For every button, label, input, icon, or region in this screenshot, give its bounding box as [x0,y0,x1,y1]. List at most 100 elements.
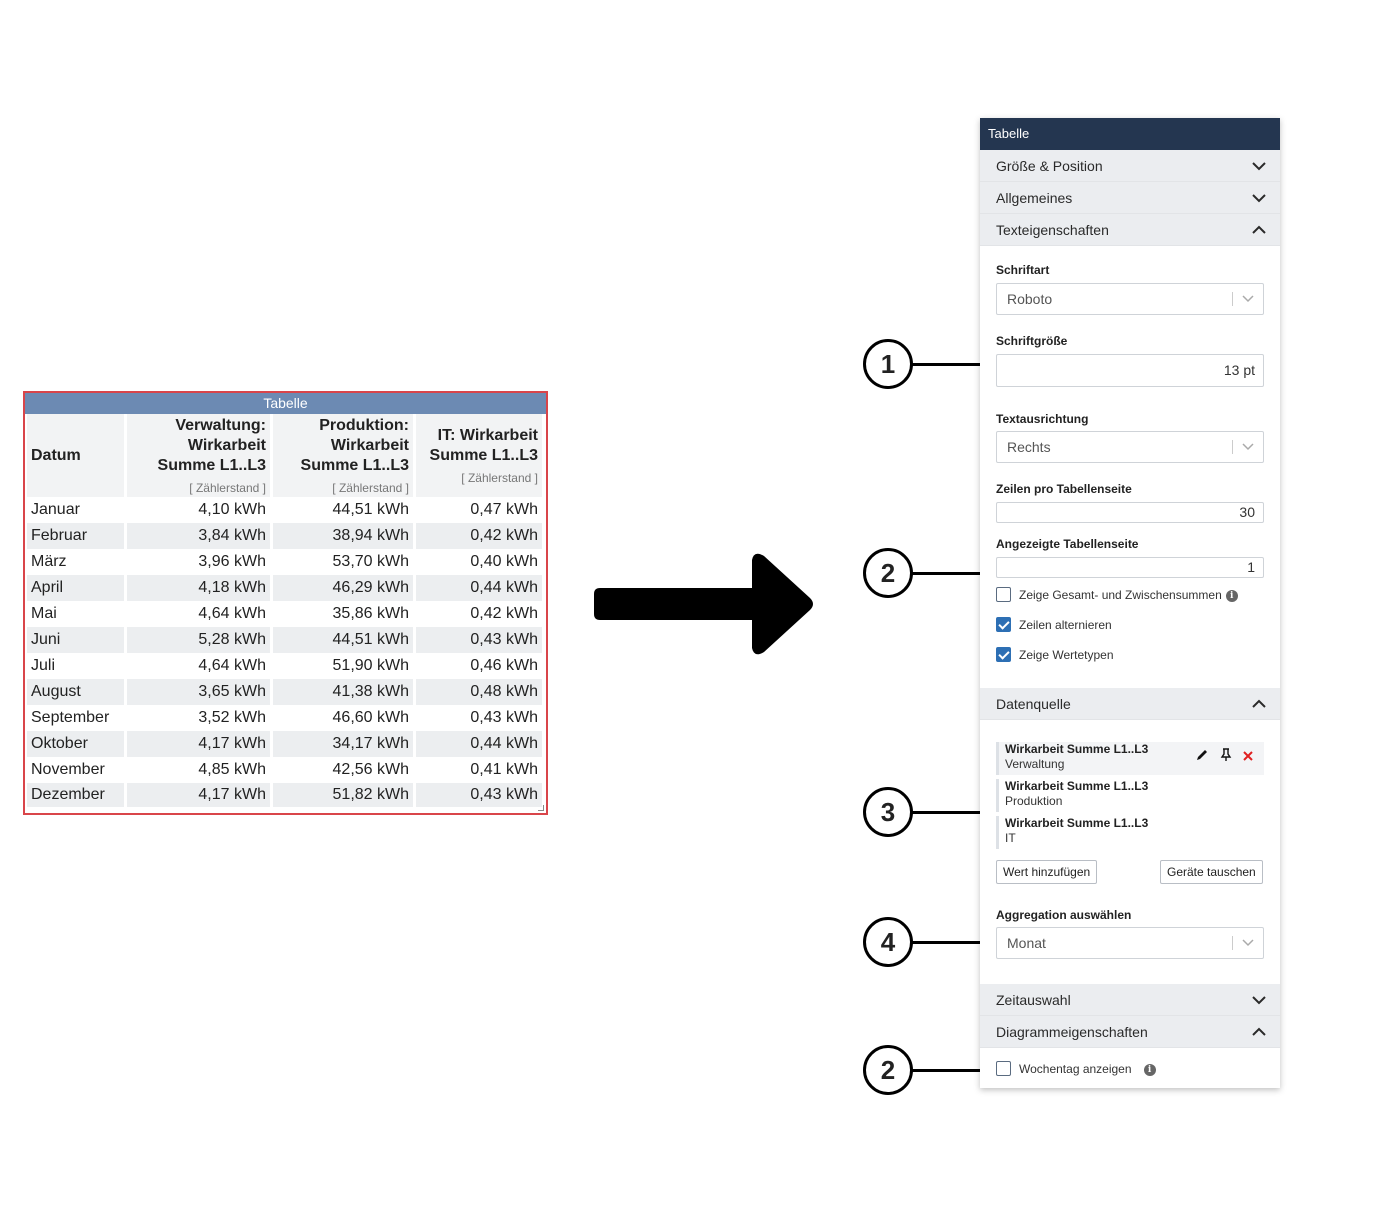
table-cell-value: 3,96 kWh [198,553,266,570]
delete-x-icon[interactable] [1242,749,1254,767]
chevron-down-icon [1242,295,1254,303]
zeilen-alternieren-label: Zeilen alternieren [1019,618,1112,632]
chevron-down-icon [1252,162,1266,171]
table-cell-value: 4,85 kWh [198,761,266,778]
table-cell-value: 4,17 kWh [127,783,270,807]
table-cell-value: 0,42 kWh [416,523,542,549]
table-cell-date: Dezember [27,783,124,807]
table-cell-date: Juli [31,657,56,674]
chevron-up-icon [1252,1027,1266,1036]
info-icon[interactable]: i [1143,1063,1156,1076]
column-header-produktion[interactable]: Produktion: Wirkarbeit Summe L1..L3 [ Zä… [273,414,413,497]
column-header-verwaltung[interactable]: Verwaltung: Wirkarbeit Summe L1..L3 [ Zä… [127,414,270,497]
schriftart-select[interactable]: Roboto [996,283,1264,315]
table-cell-date: September [31,709,110,726]
table-widget[interactable]: Tabelle Datum Verwaltung: Wirkarbeit Sum… [23,391,548,815]
table-cell-value: 0,47 kWh [470,501,538,518]
table-cell-value: 53,70 kWh [332,553,409,570]
angezeigte-seite-input[interactable]: 1 [996,557,1264,578]
table-cell-value: 4,64 kWh [198,657,266,674]
table-cell-value: 35,86 kWh [332,605,409,622]
table-cell-date: November [31,761,105,778]
angezeigte-seite-label: Angezeigte Tabellenseite [996,537,1139,551]
textausrichtung-label: Textausrichtung [996,412,1089,426]
info-icon[interactable]: i [1225,589,1238,602]
table-cell-value: 4,64 kWh [198,605,266,622]
table-cell-value: 0,48 kWh [416,679,542,705]
table-cell-value: 38,94 kWh [273,523,413,549]
section-texteigenschaften[interactable]: Texteigenschaften [980,214,1280,246]
section-zeitauswahl[interactable]: Zeitauswahl [980,984,1280,1016]
add-value-button[interactable]: Wert hinzufügen [996,860,1098,884]
zeilen-pro-seite-input[interactable]: 30 [996,502,1264,523]
table-cell-date: Oktober [27,731,124,757]
swap-devices-button[interactable]: Geräte tauschen [1160,860,1263,884]
table-row: Dezember 4,17 kWh 51,82 kWh 0,43 kWh [27,783,542,807]
wertetypen-label: Zeige Wertetypen [1019,648,1114,662]
textausrichtung-select[interactable]: Rechts [996,431,1264,463]
table-row: März 3,96 kWh 53,70 kWh 0,40 kWh [27,549,542,575]
gesamtsummen-checkbox[interactable] [996,587,1011,603]
table-cell-value: 51,90 kWh [332,657,409,674]
section-allgemeines[interactable]: Allgemeines [980,182,1280,214]
properties-panel: Tabelle Größe & Position Allgemeines Tex… [980,118,1280,1088]
wertetypen-checkbox[interactable] [996,647,1011,663]
table-cell-date: Juni [27,627,124,653]
datasource-item[interactable]: Wirkarbeit Summe L1..L3 Verwaltung [996,742,1264,775]
pin-icon[interactable] [1220,748,1232,767]
table-cell-value: 0,43 kWh [416,627,542,653]
chevron-up-icon [1252,225,1266,234]
table-cell-value: 51,82 kWh [273,783,413,807]
table-row: Mai 4,64 kWh 35,86 kWh 0,42 kWh [27,601,542,627]
table-cell-value: 0,41 kWh [470,761,538,778]
table-cell-date: August [27,679,124,705]
chevron-down-icon [1242,939,1254,947]
section-diagrammeigenschaften[interactable]: Diagrammeigenschaften [980,1016,1280,1048]
column-header-datum[interactable]: Datum [27,414,124,497]
table-cell-value: 4,10 kWh [198,501,266,518]
table-cell-date: Mai [31,605,57,622]
schriftgroesse-input[interactable]: 13 pt [996,354,1264,387]
wochentag-label: Wochentag anzeigen [1019,1062,1132,1076]
table-row: Oktober 4,17 kWh 34,17 kWh 0,44 kWh [27,731,542,757]
wochentag-checkbox[interactable] [996,1061,1011,1077]
table-row: August 3,65 kWh 41,38 kWh 0,48 kWh [27,679,542,705]
section-groesse-position[interactable]: Größe & Position [980,150,1280,182]
gesamtsummen-row: Zeige Gesamt- und Zwischensummen i [996,587,1238,605]
zeilen-alternieren-row: Zeilen alternieren [996,617,1112,635]
table-cell-value: 46,29 kWh [273,575,413,601]
table-cell-value: 0,44 kWh [416,575,542,601]
table-cell-value: 44,51 kWh [332,501,409,518]
schriftgroesse-label: Schriftgröße [996,334,1068,348]
resize-handle[interactable] [538,805,544,811]
table-cell-value: 0,43 kWh [416,783,542,807]
table-cell-value: 0,44 kWh [416,731,542,757]
zeilen-alternieren-checkbox[interactable] [996,617,1011,633]
edit-pencil-icon[interactable] [1195,748,1209,767]
table-cell-date: April [27,575,124,601]
table-cell-value: 3,84 kWh [127,523,270,549]
datasource-actions [1189,748,1254,764]
chevron-down-icon [1242,443,1254,451]
arrow-right-icon [594,553,813,655]
table-row: Januar 4,10 kWh 44,51 kWh 0,47 kWh [27,497,542,523]
column-header-it[interactable]: IT: Wirkarbeit Summe L1..L3 [ Zählerstan… [416,414,542,497]
section-datenquelle[interactable]: Datenquelle [980,688,1280,720]
datasource-item[interactable]: Wirkarbeit Summe L1..L3 Produktion [996,779,1264,812]
table-row: November 4,85 kWh 42,56 kWh 0,41 kWh [27,757,542,783]
chevron-down-icon [1252,996,1266,1005]
table-cell-value: 5,28 kWh [127,627,270,653]
panel-title: Tabelle [980,118,1280,150]
datasource-item[interactable]: Wirkarbeit Summe L1..L3 IT [996,816,1264,849]
unit-label: [ Zählerstand ] [332,480,409,495]
table-cell-value: 0,42 kWh [470,605,538,622]
zeilen-pro-seite-label: Zeilen pro Tabellenseite [996,482,1132,496]
aggregation-select[interactable]: Monat [996,927,1264,959]
table-cell-value: 0,40 kWh [470,553,538,570]
table-cell-value: 0,46 kWh [470,657,538,674]
table-cell-value: 3,65 kWh [127,679,270,705]
table-cell-value: 4,17 kWh [127,731,270,757]
data-table: Datum Verwaltung: Wirkarbeit Summe L1..L… [24,414,545,807]
chevron-down-icon [1252,194,1266,203]
table-cell-date: Januar [31,501,80,518]
